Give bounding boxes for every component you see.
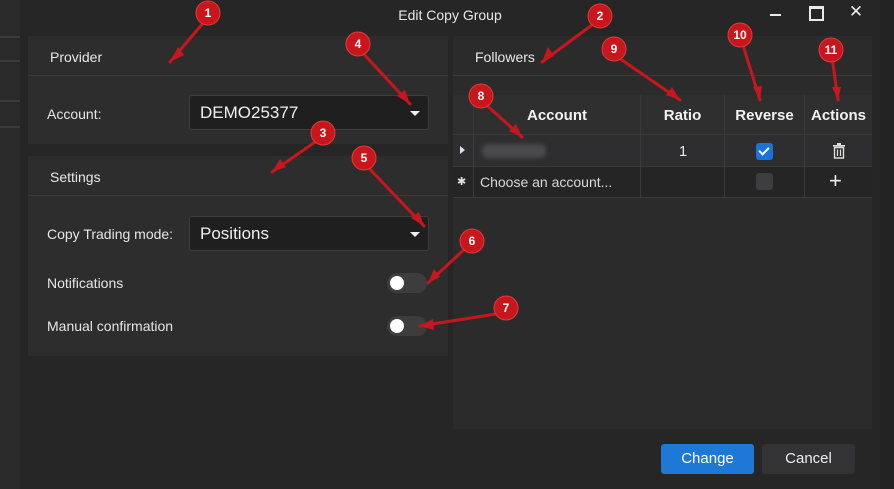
column-header-reverse[interactable]: Reverse [724,95,804,134]
new-follower-row[interactable]: ✱ Choose an account... + [453,167,872,198]
manual-confirmation-toggle[interactable] [387,316,427,336]
chevron-down-icon [410,111,420,116]
choose-account-placeholder[interactable]: Choose an account... [480,174,612,190]
provider-account-select[interactable]: DEMO25377 [189,95,429,130]
copy-trading-mode-value: Positions [200,224,269,243]
table-header-row: Account Ratio Reverse Actions [453,95,872,135]
title-bar: Edit Copy Group ✕ [20,0,880,32]
column-header-actions: Actions [804,95,872,134]
new-follower-account-cell[interactable]: Choose an account... [473,167,640,197]
background-window [0,0,20,489]
trash-icon[interactable] [832,143,846,159]
edit-copy-group-dialog: Edit Copy Group ✕ Provider Account: DEMO… [20,0,880,489]
maximize-button[interactable] [801,3,829,23]
column-header-ratio[interactable]: Ratio [640,95,724,134]
settings-header: Settings [28,156,448,196]
redacted-account [482,144,546,158]
background-window-edge [880,0,894,489]
current-row-indicator-icon [460,146,465,154]
provider-panel: Provider Account: DEMO25377 [28,36,448,144]
notifications-toggle[interactable] [387,273,427,293]
followers-panel: Followers Account Ratio Reverse Actions … [453,36,872,429]
account-label: Account: [47,106,102,122]
settings-panel: Settings Copy Trading mode: Positions No… [28,156,448,356]
column-header-account[interactable]: Account [473,95,640,134]
minimize-button[interactable] [762,3,790,23]
new-reverse-checkbox[interactable] [756,173,773,190]
follower-account-cell[interactable] [473,135,640,166]
change-button[interactable]: Change [661,444,754,474]
close-button[interactable]: ✕ [842,3,870,23]
follower-actions-cell [804,135,872,166]
chevron-down-icon [410,232,420,237]
reverse-checkbox[interactable] [756,143,773,160]
followers-header: Followers [453,36,872,76]
copy-trading-mode-select[interactable]: Positions [189,216,429,251]
new-follower-actions-cell: + [804,167,872,197]
new-follower-reverse-cell [724,167,804,197]
new-row-asterisk-icon: ✱ [457,176,467,188]
notifications-label: Notifications [47,275,124,291]
manual-confirmation-label: Manual confirmation [47,318,174,334]
dialog-title: Edit Copy Group [398,7,502,23]
provider-header: Provider [28,36,448,76]
follower-reverse-cell [724,135,804,166]
follower-ratio-cell[interactable]: 1 [640,135,724,166]
copy-trading-mode-label: Copy Trading mode: [47,226,174,242]
table-row[interactable]: 1 [453,135,872,167]
new-follower-ratio-cell[interactable] [640,167,724,197]
provider-account-value: DEMO25377 [200,103,299,122]
cancel-button[interactable]: Cancel [762,444,855,474]
add-follower-icon[interactable]: + [829,169,842,193]
